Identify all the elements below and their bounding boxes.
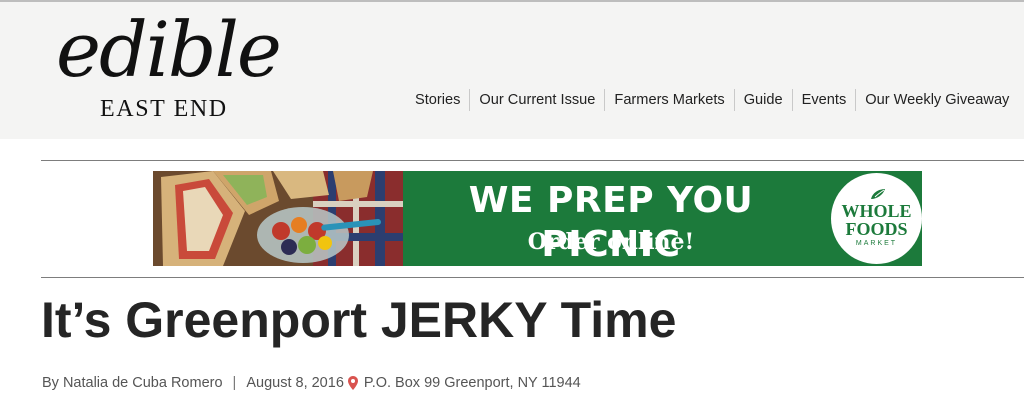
ad-top-rule	[41, 160, 1024, 161]
picnic-photo	[153, 171, 403, 266]
article-date: August 8, 2016	[246, 375, 344, 391]
article-meta: By Natalia de Cuba Romero | August 8, 20…	[42, 372, 581, 394]
article-title: It’s Greenport JERKY Time	[41, 292, 677, 348]
meta-separator: |	[232, 375, 237, 391]
nav-item-weekly-giveaway[interactable]: Our Weekly Giveaway	[856, 89, 1018, 111]
nav-item-farmers-markets[interactable]: Farmers Markets	[605, 89, 733, 111]
whole-foods-logo: WHOLE FOODS MARKET	[831, 173, 922, 264]
site-logo[interactable]: edible EAST END	[56, 10, 296, 126]
logo-wordmark: edible	[56, 5, 282, 94]
ad-order-online: Order online!	[527, 229, 695, 255]
badge-text-whole: WHOLE	[841, 201, 912, 221]
article-location[interactable]: P.O. Box 99 Greenport, NY 11944	[364, 375, 581, 391]
leaf-icon	[871, 189, 885, 199]
map-pin-icon	[347, 376, 358, 390]
main-nav: Stories Our Current Issue Farmers Market…	[406, 87, 1018, 113]
nav-item-guide[interactable]: Guide	[735, 89, 792, 111]
nav-item-events[interactable]: Events	[793, 89, 856, 111]
nav-item-current-issue[interactable]: Our Current Issue	[470, 89, 604, 111]
badge-text-foods: FOODS	[845, 219, 908, 239]
ad-bottom-rule	[41, 277, 1024, 278]
article-author[interactable]: By Natalia de Cuba Romero	[42, 375, 223, 391]
banner-ad[interactable]: WE PREP YOU PICNIC Order online! WHOLE F…	[153, 171, 922, 266]
site-header: edible EAST END Stories Our Current Issu…	[0, 2, 1024, 139]
badge-text-market: MARKET	[855, 240, 898, 247]
nav-item-stories[interactable]: Stories	[406, 89, 469, 111]
logo-subline: EAST END	[100, 96, 228, 122]
